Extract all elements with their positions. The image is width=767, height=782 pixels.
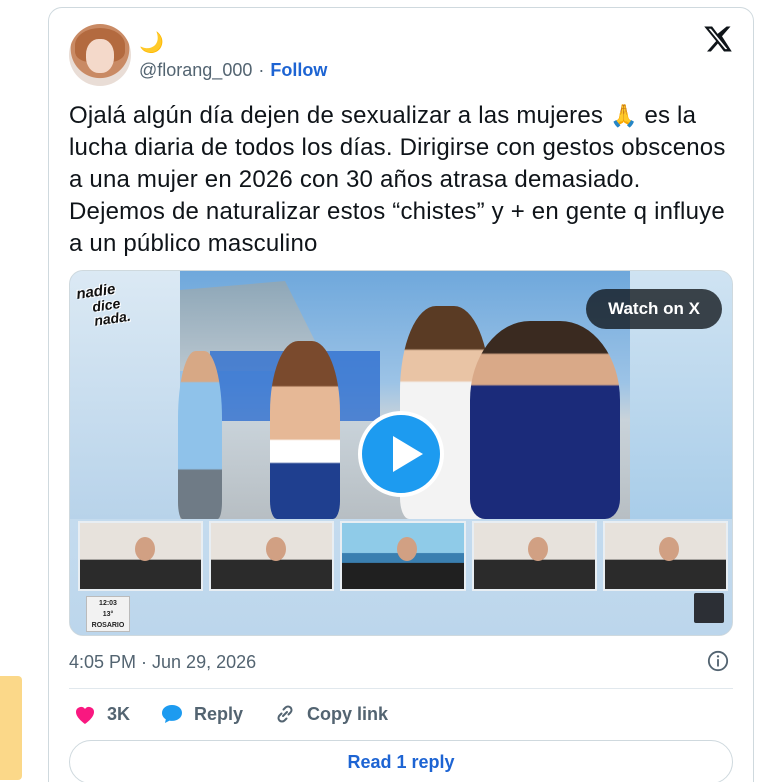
- divider: [69, 688, 733, 689]
- tweet-card: 🌙 @florang_000 · Follow Ojalá algún día …: [48, 7, 754, 782]
- thumbnail-face: [396, 537, 417, 561]
- avatar-face: [86, 39, 114, 73]
- weather-box: 12:03 13° ROSARIO: [86, 596, 130, 632]
- person-woman: [270, 341, 340, 519]
- show-logo: nadie dice nada.: [75, 278, 151, 329]
- display-name[interactable]: 🌙: [139, 30, 164, 54]
- thumbnail-face: [528, 537, 549, 561]
- x-logo-icon[interactable]: [703, 24, 733, 54]
- thumbnail: [209, 521, 335, 591]
- handle-row: @florang_000 · Follow: [139, 60, 327, 81]
- info-icon[interactable]: [707, 650, 729, 672]
- thumbnail: [78, 521, 204, 591]
- weather-time: 12:03: [99, 600, 117, 607]
- person-man-jersey: [470, 321, 620, 519]
- user-handle[interactable]: @florang_000: [139, 60, 252, 81]
- heart-icon: [76, 707, 94, 724]
- follow-button[interactable]: Follow: [270, 60, 327, 81]
- tweet-text: Ojalá algún día dejen de sexualizar a la…: [69, 100, 733, 260]
- reply-button[interactable]: Reply: [160, 703, 243, 725]
- person-background: [178, 351, 222, 519]
- copy-link-label: Copy link: [307, 703, 389, 724]
- video-thumbnail-strip: [78, 521, 729, 591]
- separator-dot: ·: [258, 60, 265, 80]
- copy-link-button[interactable]: Copy link: [273, 702, 388, 726]
- thumbnail: [340, 521, 466, 591]
- reply-icon: [162, 705, 183, 723]
- side-note-strip: [0, 676, 22, 780]
- weather-city: ROSARIO: [91, 622, 125, 629]
- thumbnail-face: [134, 537, 155, 561]
- like-count: 3K: [107, 703, 131, 724]
- like-button[interactable]: 3K: [73, 703, 130, 725]
- weather-temp: 13°: [102, 611, 114, 618]
- thumbnail-face: [659, 537, 680, 561]
- play-icon[interactable]: [358, 411, 444, 497]
- thumbnail-face: [265, 537, 286, 561]
- action-bar: 3K Reply Copy link: [73, 702, 418, 726]
- read-replies-button[interactable]: Read 1 reply: [69, 740, 733, 782]
- link-icon: [277, 705, 293, 723]
- video-player[interactable]: nadie dice nada. Watch on X 12:03 13° RO…: [69, 270, 733, 636]
- channel-logo-icon: [694, 593, 724, 623]
- folded-hands-icon: 🙏: [609, 103, 638, 128]
- tweet-text-part1: Ojalá algún día dejen de sexualizar a la…: [69, 102, 610, 129]
- watch-on-x-button[interactable]: Watch on X: [586, 289, 722, 329]
- avatar[interactable]: [69, 24, 131, 86]
- tweet-timestamp[interactable]: 4:05 PM · Jun 29, 2026: [69, 652, 256, 673]
- thumbnail: [602, 521, 729, 591]
- thumbnail: [471, 521, 597, 591]
- reply-label: Reply: [194, 703, 244, 724]
